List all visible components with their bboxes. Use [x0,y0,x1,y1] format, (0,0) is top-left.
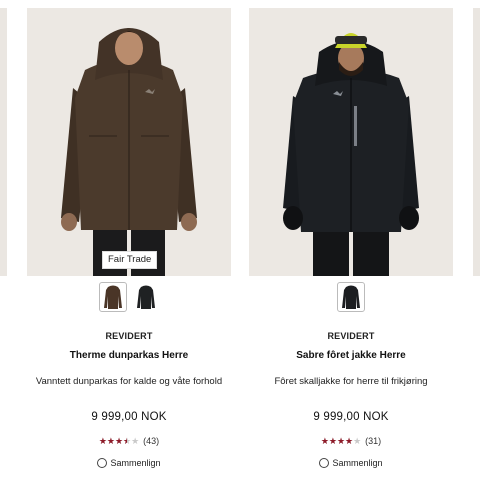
jacket-swatch-icon [103,285,122,309]
rating[interactable]: ★★★★★ ★★★★★ (43) [27,436,231,446]
adjacent-product-image-left[interactable] [0,8,7,276]
color-swatches [27,282,231,312]
product-image[interactable] [249,8,453,276]
revised-badge: REVIDERT [105,331,153,341]
product-price: 9 999,00 NOK [91,411,167,423]
color-swatches [249,282,453,312]
compare-toggle[interactable]: Sammenlign [249,458,453,468]
review-count: (31) [365,436,382,446]
product-card: REVIDERT Sabre fôret jakke Herre Fôret s… [249,0,453,480]
compare-label: Sammenlign [332,458,383,468]
swatch-brown[interactable] [98,282,127,312]
circle-checkbox-icon[interactable] [319,458,330,468]
compare-label: Sammenlign [110,458,161,468]
star-rating: ★★★★★ ★★★★★ [99,436,139,446]
product-name[interactable]: Sabre fôret jakke Herre [249,350,453,361]
circle-checkbox-icon[interactable] [97,458,108,468]
product-image[interactable] [27,8,231,276]
rating[interactable]: ★★★★★ ★★★★★ (31) [249,436,453,446]
swatch-black[interactable] [133,283,159,311]
product-description: Vanntett dunparkas for kalde og våte for… [35,376,223,387]
star-fill: ★★★★★ [320,436,354,446]
swatch-black[interactable] [337,282,365,312]
product-price: 9 999,00 NOK [313,411,389,423]
adjacent-product-image-right[interactable] [473,8,480,276]
jacket-swatch-icon [136,285,155,309]
review-count: (43) [143,436,160,446]
compare-toggle[interactable]: Sammenlign [27,458,231,468]
product-name[interactable]: Therme dunparkas Herre [27,350,231,361]
revised-badge: REVIDERT [327,331,375,341]
product-card: Fair Trade REVIDERT Therme dunparkas Her… [27,0,231,480]
fair-trade-tag: Fair Trade [102,251,158,269]
star-fill: ★★★★★ [98,436,127,446]
product-description: Fôret skalljakke for herre til frikjørin… [274,376,428,387]
star-rating: ★★★★★ ★★★★★ [321,436,361,446]
jacket-swatch-icon [342,285,360,309]
